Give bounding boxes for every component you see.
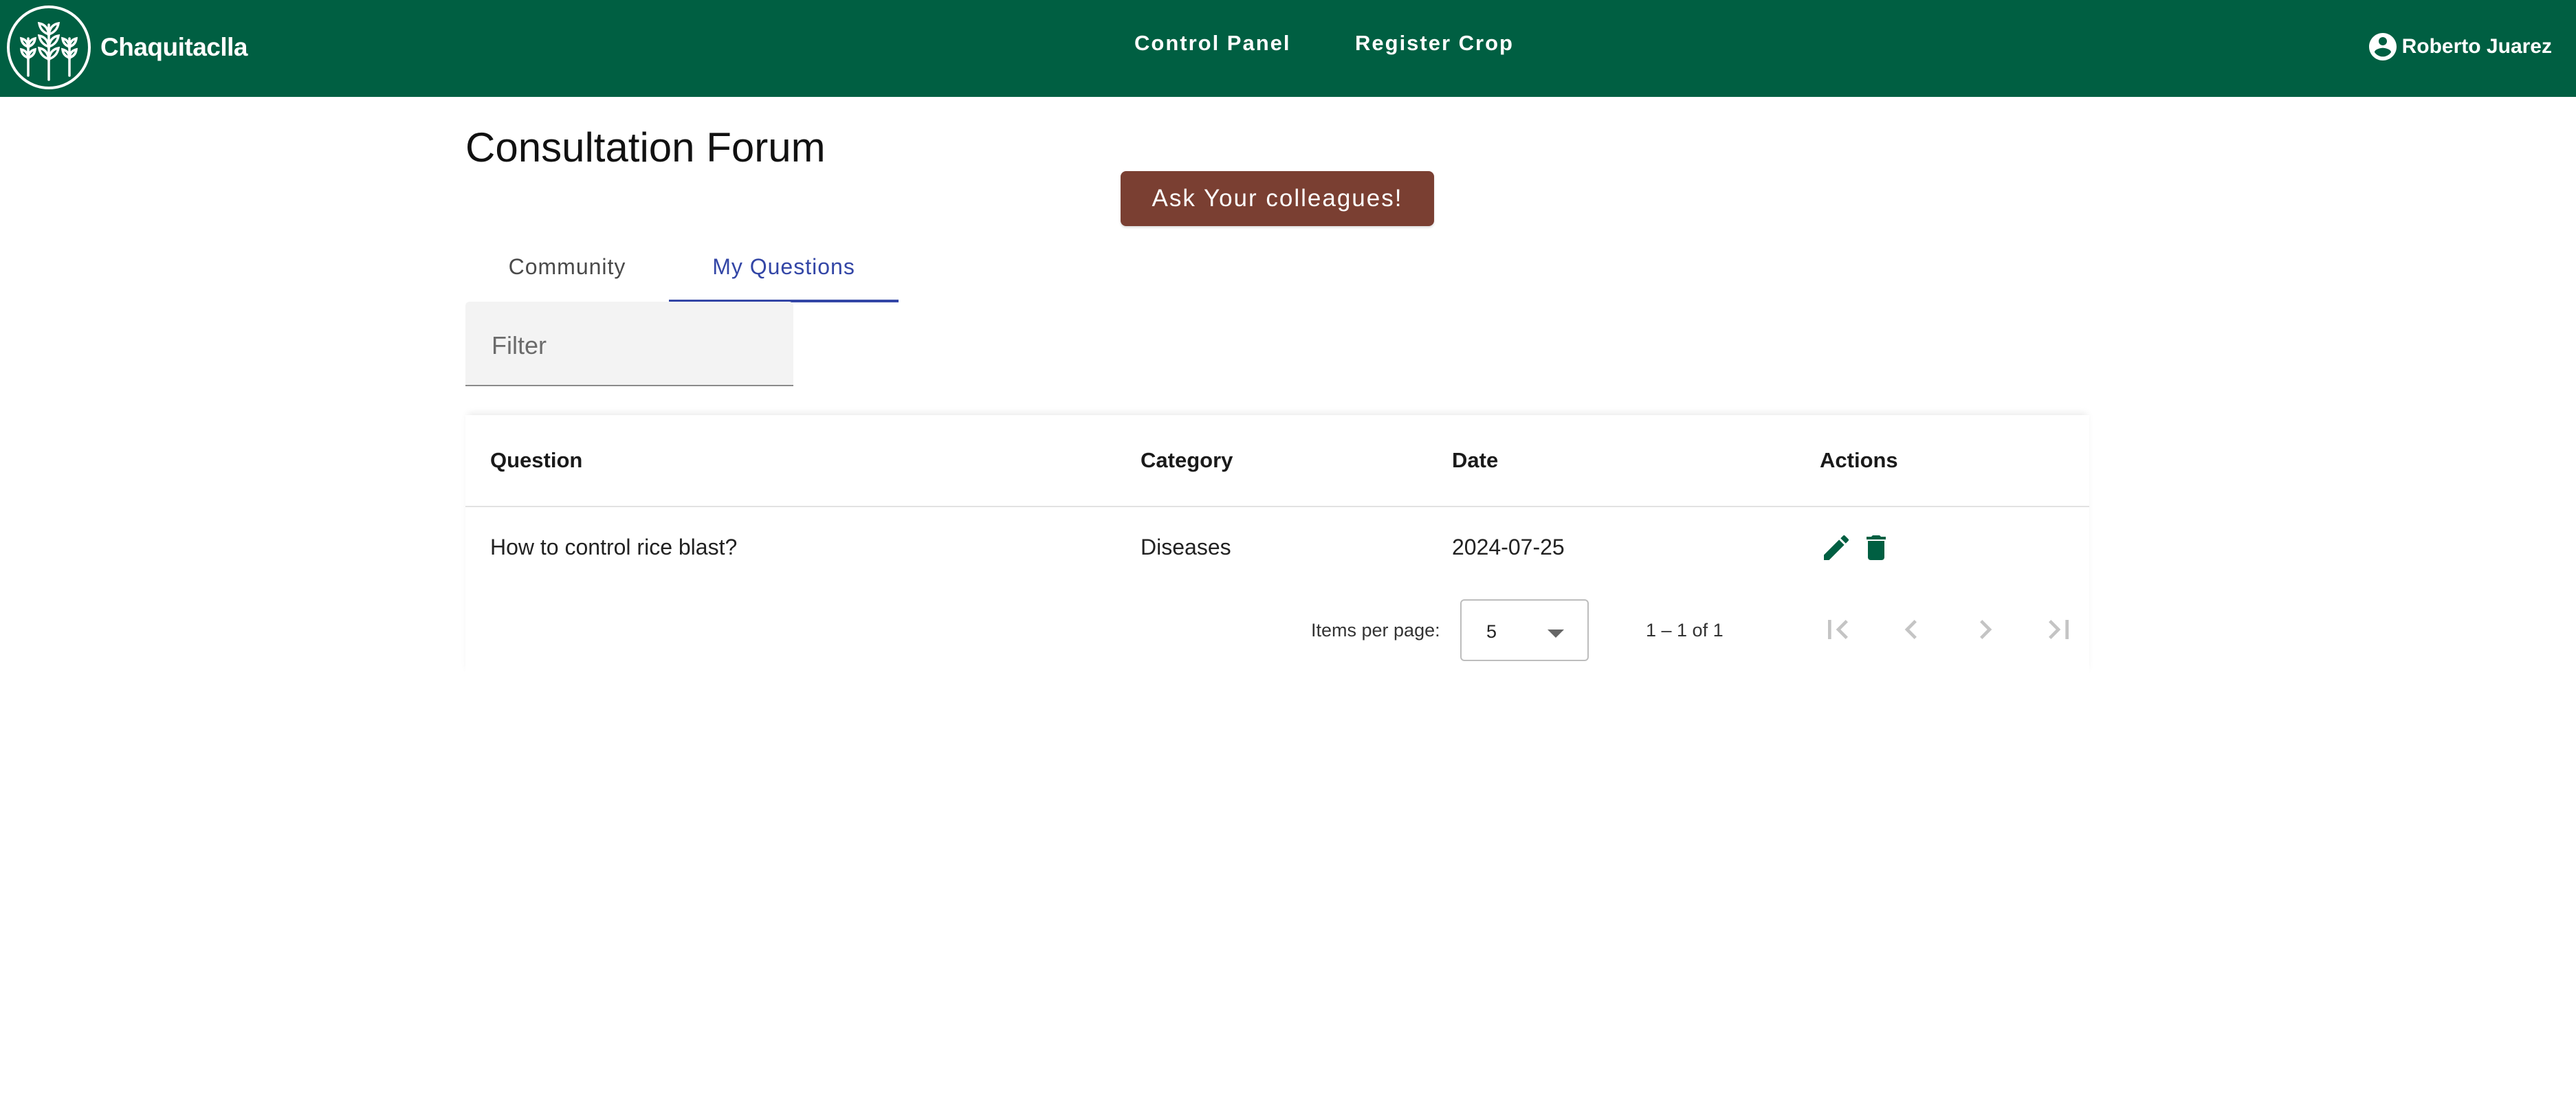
date-cell: 2024-07-25 [1452,535,1565,559]
column-header-actions: Actions [1820,448,1898,472]
items-per-page-label: Items per page: [1311,620,1440,640]
page-range-label: 1 – 1 of 1 [1646,620,1724,640]
items-per-page-value: 5 [1486,621,1497,642]
user-name: Roberto Juarez [2401,35,2552,58]
tab-bar: Community My Questions [465,234,899,302]
wheat-logo-icon [7,5,91,89]
actions-cell [1820,506,2089,588]
previous-page-icon[interactable] [1892,610,1930,649]
edit-icon[interactable] [1820,531,1853,564]
table-header-row: Question Category Date Actions [465,415,2089,506]
column-header-category[interactable]: Category [1141,415,1452,506]
user-menu[interactable]: Roberto Juarez [2366,30,2552,63]
category-cell: Diseases [1141,535,1231,559]
nav-link-register-crop[interactable]: Register Crop [1355,31,1514,56]
table-row: How to control rice blast? Diseases 2024… [465,506,2089,588]
next-page-icon[interactable] [1966,610,2005,649]
ask-colleagues-button[interactable]: Ask Your colleagues! [1121,171,1434,226]
tab-my-questions[interactable]: My Questions [669,234,899,302]
page-title: Consultation Forum [465,124,826,171]
brand-name: Chaquitaclla [100,33,248,61]
delete-icon[interactable] [1860,531,1893,564]
last-page-icon[interactable] [2040,610,2078,649]
paginator: Items per page: 5 1 – 1 of 1 [465,595,2089,664]
brand[interactable]: Chaquitaclla [5,4,248,91]
nav-link-control-panel[interactable]: Control Panel [1134,31,1291,56]
dropdown-arrow-icon [1548,630,1564,638]
question-cell: How to control rice blast? [490,535,738,559]
tab-community[interactable]: Community [465,234,669,300]
account-circle-icon [2368,33,2397,60]
filter-field[interactable] [465,302,793,386]
items-per-page-select[interactable]: 5 [1460,599,1589,661]
top-navbar: Chaquitaclla Control Panel Register Crop… [0,0,2576,97]
filter-input[interactable] [490,328,782,364]
column-header-question[interactable]: Question [465,415,1141,506]
first-page-icon[interactable] [1818,610,1857,649]
column-header-date[interactable]: Date [1452,415,1820,506]
